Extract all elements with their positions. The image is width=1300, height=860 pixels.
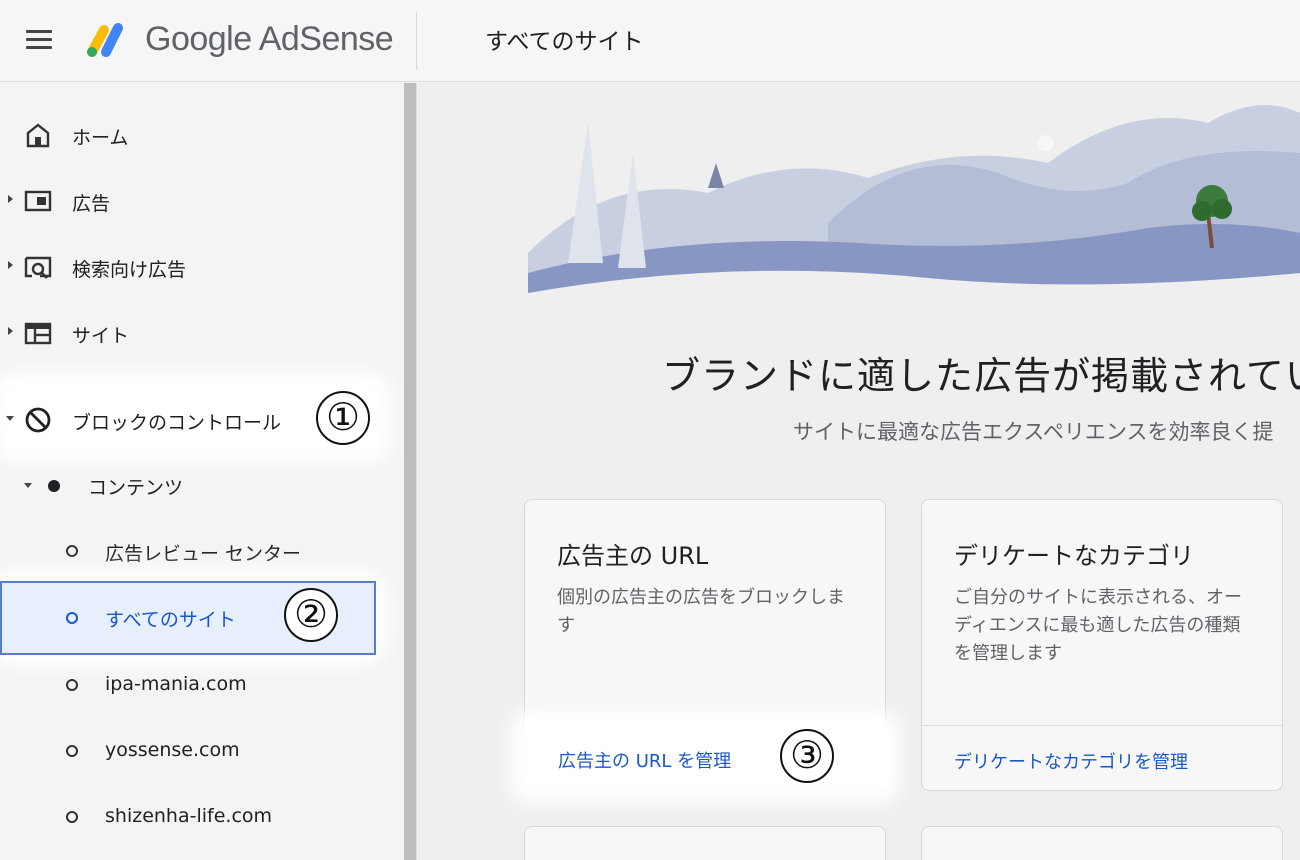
sites-icon — [24, 322, 52, 345]
card-placeholder-lower-right — [921, 826, 1283, 860]
hamburger-menu-icon[interactable] — [26, 28, 54, 52]
annotation-badge-3: ③ — [780, 729, 834, 783]
hero-headline: ブランドに適した広告が掲載されてい — [662, 354, 1300, 398]
annotation-badge-2: ② — [284, 588, 338, 642]
manage-sensitive-categories-link[interactable]: デリケートなカテゴリを管理 — [954, 748, 1188, 774]
sidebar-item-label: コンテンツ — [88, 477, 184, 499]
card-description: 個別の広告主の広告をブロックします — [557, 587, 845, 636]
card-placeholder-lower-left — [524, 826, 886, 860]
collapse-arrow-icon — [24, 483, 32, 488]
sidebar-scrollbar[interactable] — [404, 83, 416, 860]
sidebar-item-ads[interactable]: 広告 — [0, 169, 404, 229]
sidebar-item-search-ads[interactable]: 検索向け広告 — [0, 235, 404, 295]
sidebar-nav: ホーム 広告 検索向け広告 サイト ブロックのコントロール ① コンテンツ 広告… — [0, 83, 417, 860]
sidebar-item-label: ipa-mania.com — [105, 673, 247, 695]
sidebar-item-ad-review-center[interactable]: 広告レビュー センター — [0, 521, 404, 581]
card-title: デリケートなカテゴリ — [954, 542, 1194, 570]
bullet-ring-icon — [66, 545, 78, 557]
manage-advertiser-url-link[interactable]: 広告主の URL を管理 — [558, 747, 731, 773]
sidebar-item-site-ipa-mania[interactable]: ipa-mania.com — [0, 655, 404, 715]
card-divider — [922, 725, 1282, 726]
bullet-ring-icon — [66, 612, 78, 624]
expand-arrow-icon — [8, 327, 13, 335]
sidebar-item-home[interactable]: ホーム — [0, 103, 404, 163]
sidebar-item-site-shizenha-life[interactable]: shizenha-life.com — [0, 787, 404, 847]
bullet-dot-icon — [48, 480, 60, 492]
sidebar-item-label: 広告レビュー センター — [105, 543, 302, 565]
sidebar-item-site-yossense[interactable]: yossense.com — [0, 721, 404, 781]
top-app-bar: Google AdSense すべてのサイト — [0, 0, 1300, 82]
block-icon — [25, 407, 51, 433]
sidebar-item-label: shizenha-life.com — [105, 805, 273, 827]
header-divider — [416, 12, 417, 70]
hero-subheadline: サイトに最適な広告エクスペリエンスを効率良く提 — [793, 420, 1274, 444]
sidebar-item-label: 検索向け広告 — [72, 259, 187, 281]
page-title: すべてのサイト — [485, 29, 644, 55]
sidebar-item-label: ホーム — [72, 127, 129, 149]
sidebar-item-label: ブロックのコントロール — [72, 412, 282, 434]
sidebar-item-label: yossense.com — [105, 739, 240, 761]
bullet-ring-icon — [66, 811, 78, 823]
card-description: ご自分のサイトに表示される、オーディエンスに最も適した広告の種類を管理します — [954, 587, 1242, 664]
sidebar-item-sites[interactable]: サイト — [0, 301, 404, 361]
ads-icon — [24, 190, 52, 212]
card-sensitive-categories: デリケートなカテゴリ ご自分のサイトに表示される、オーディエンスに最も適した広告… — [921, 499, 1283, 791]
annotation-badge-1: ① — [316, 391, 370, 445]
search-ads-icon — [24, 256, 52, 279]
expand-arrow-icon — [8, 261, 13, 269]
card-title: 広告主の URL — [557, 542, 709, 570]
sidebar-item-contents[interactable]: コンテンツ — [0, 455, 404, 515]
bullet-ring-icon — [66, 745, 78, 757]
home-icon — [26, 123, 50, 148]
sidebar-item-label: サイト — [72, 325, 130, 347]
sidebar-item-label: すべてのサイト — [105, 609, 236, 631]
bullet-ring-icon — [66, 679, 78, 691]
main-content: ブランドに適した広告が掲載されてい サイトに最適な広告エクスペリエンスを効率良く… — [418, 83, 1300, 860]
expand-arrow-icon — [8, 195, 13, 203]
collapse-arrow-icon — [6, 416, 14, 421]
adsense-logo-icon — [87, 23, 123, 57]
landscape-illustration — [528, 83, 1300, 298]
app-logo-text: Google AdSense — [145, 20, 394, 58]
sidebar-item-label: 広告 — [72, 193, 111, 215]
